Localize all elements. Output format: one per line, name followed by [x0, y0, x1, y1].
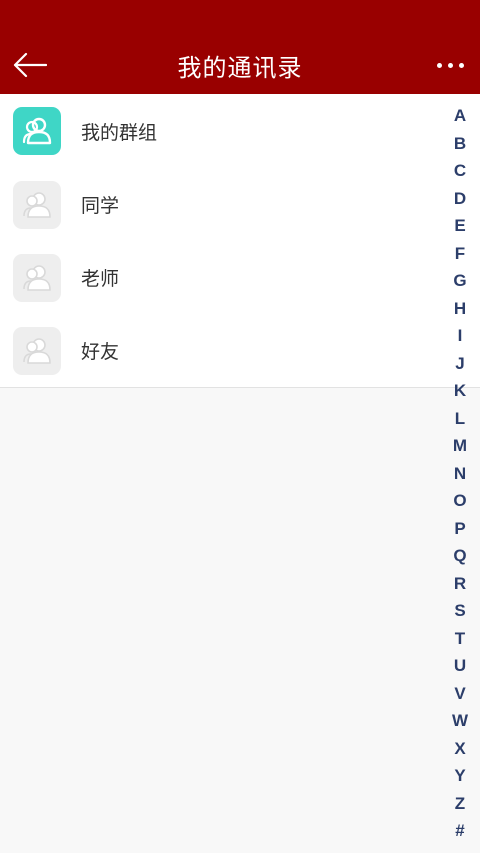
index-letter-u[interactable]: U	[454, 652, 466, 680]
index-letter-f[interactable]: F	[455, 240, 465, 268]
index-letter-x[interactable]: X	[454, 735, 465, 763]
index-letter-q[interactable]: Q	[453, 542, 466, 570]
list-item-label: 我的群组	[81, 121, 158, 144]
avatar	[13, 107, 61, 155]
index-letter-b[interactable]: B	[454, 130, 466, 158]
index-letter-w[interactable]: W	[452, 707, 468, 735]
index-letter-a[interactable]: A	[454, 102, 466, 130]
list-item-label: 同学	[81, 195, 120, 217]
index-letter-e[interactable]: E	[454, 212, 465, 240]
index-letter-y[interactable]: Y	[454, 762, 465, 790]
more-dot	[458, 62, 464, 68]
index-letter-v[interactable]: V	[454, 680, 465, 708]
index-letter-s[interactable]: S	[454, 597, 465, 625]
status-bar	[0, 0, 480, 36]
contacts-group-icon	[23, 191, 51, 218]
index-letter-z[interactable]: Z	[455, 790, 465, 818]
avatar	[13, 253, 61, 302]
contacts-group-icon	[23, 264, 51, 291]
back-button[interactable]	[8, 45, 52, 85]
contacts-group-icon	[22, 117, 52, 145]
list-item-my-groups[interactable]: 我的群组	[0, 94, 480, 168]
app-header: 我的通讯录	[0, 36, 480, 94]
index-letter-m[interactable]: M	[453, 432, 467, 460]
list-item-teachers[interactable]: 老师	[0, 241, 480, 314]
more-horizontal-icon	[436, 62, 442, 68]
list-item-friends[interactable]: 好友	[0, 314, 480, 387]
index-letter-hash[interactable]: #	[455, 817, 464, 845]
index-letter-g[interactable]: G	[453, 267, 466, 295]
contacts-group-icon	[23, 337, 51, 364]
contact-group-list: 我的群组 同学 老师 好友	[0, 94, 480, 388]
page-title: 我的通讯录	[177, 53, 303, 82]
index-letter-l[interactable]: L	[455, 405, 465, 433]
more-options-button[interactable]	[430, 50, 470, 80]
index-letter-o[interactable]: O	[453, 487, 466, 515]
index-letter-k[interactable]: K	[454, 377, 466, 405]
index-letter-i[interactable]: I	[458, 322, 463, 350]
list-item-label: 好友	[81, 341, 120, 363]
list-item-label: 老师	[81, 268, 120, 290]
contacts-screen: 我的通讯录 我的群组 同学 老师 好友 A B C D E F G H I J …	[0, 0, 480, 853]
alphabet-index-bar[interactable]: A B C D E F G H I J K L M N O P Q R S T …	[446, 102, 474, 845]
more-dot	[447, 62, 453, 68]
index-letter-j[interactable]: J	[455, 350, 464, 378]
index-letter-t[interactable]: T	[455, 625, 465, 653]
index-letter-c[interactable]: C	[454, 157, 466, 185]
index-letter-h[interactable]: H	[454, 295, 466, 323]
index-letter-r[interactable]: R	[454, 570, 466, 598]
index-letter-d[interactable]: D	[454, 185, 466, 213]
avatar	[13, 326, 61, 375]
list-item-classmates[interactable]: 同学	[0, 168, 480, 241]
arrow-left-icon	[13, 52, 47, 78]
index-letter-p[interactable]: P	[454, 515, 465, 543]
avatar	[13, 180, 61, 229]
index-letter-n[interactable]: N	[454, 460, 466, 488]
